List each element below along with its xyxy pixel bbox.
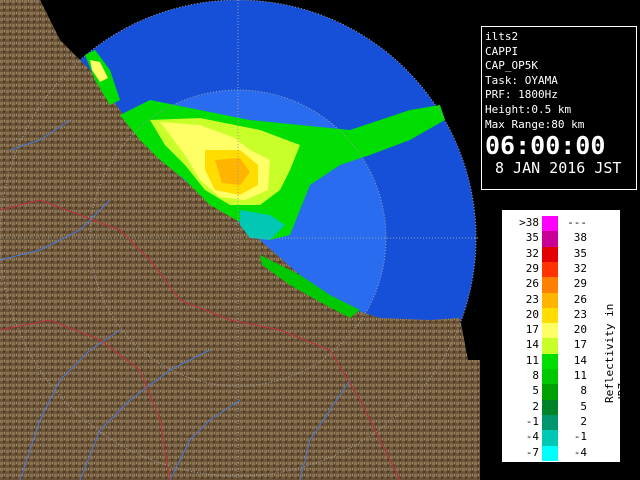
legend-row-high: 26 — [573, 292, 587, 306]
legend-swatch — [542, 399, 558, 416]
legend-row-low: 14 — [525, 338, 539, 352]
legend-row-high: 20 — [573, 323, 587, 337]
legend-swatch — [542, 292, 558, 308]
legend-row-low: 26 — [525, 277, 539, 291]
legend-row: >38 --- — [503, 216, 621, 232]
legend-row-low: 29 — [525, 261, 539, 275]
legend-row: 32 35 — [503, 246, 621, 263]
legend-row-low: 5 — [532, 384, 539, 398]
legend-swatch — [542, 261, 558, 278]
radar-info-panel: ilts2 CAPPI CAP_OP5K Task: OYAMA PRF: 18… — [481, 26, 637, 190]
legend-row-low: 35 — [525, 231, 539, 245]
observation-time: 06:00:00 — [485, 131, 606, 161]
legend-swatch — [542, 384, 558, 400]
legend-row: 35 38 — [503, 231, 621, 247]
legend-row-high: -4 — [573, 445, 587, 459]
legend-row: 29 32 — [503, 261, 621, 278]
legend-swatch — [542, 307, 558, 324]
legend-swatch — [542, 353, 558, 370]
legend-row-low: -7 — [525, 445, 539, 459]
height-value: Height:0.5 km — [485, 102, 572, 116]
legend-row-low: 17 — [525, 323, 539, 337]
legend-row-low: >38 — [519, 216, 539, 229]
legend-row-high: 8 — [580, 384, 587, 398]
legend-row-low: -1 — [525, 414, 539, 428]
radar-map — [0, 0, 480, 480]
legend-swatch — [542, 246, 558, 263]
legend-row-low: 32 — [525, 246, 539, 260]
legend-row-high: 23 — [573, 307, 587, 321]
legend-row-high: 35 — [573, 246, 587, 260]
task-name: Task: OYAMA — [485, 73, 558, 87]
legend-swatch — [542, 414, 558, 431]
legend-row-high: 38 — [573, 231, 587, 245]
product-type: CAPPI — [485, 44, 519, 58]
legend-title: Reflectivity in dBZ — [603, 303, 629, 403]
legend-row-low: 8 — [532, 369, 539, 382]
legend-row-high: 29 — [573, 277, 587, 291]
task-id: CAP_OP5K — [485, 59, 538, 73]
legend-swatch — [542, 277, 558, 293]
legend-row-high: 5 — [580, 399, 587, 413]
max-range-value: Max Range:80 km — [485, 117, 585, 131]
legend-swatch — [542, 231, 558, 247]
legend-row-low: 23 — [525, 292, 539, 306]
legend-row-high: 17 — [573, 338, 587, 352]
legend-row: -7 -4 — [503, 445, 621, 461]
legend-row-high: -1 — [573, 430, 587, 444]
legend-row-low: 20 — [525, 307, 539, 321]
legend-swatch — [542, 323, 558, 339]
legend-row-high: 11 — [573, 369, 587, 382]
legend-swatch — [542, 369, 558, 385]
station-name: ilts2 — [485, 30, 519, 43]
legend-swatch — [542, 338, 558, 354]
legend-row: -4 -1 — [503, 430, 621, 446]
legend-row-low: 2 — [532, 399, 539, 413]
prf-value: PRF: 1800Hz — [485, 88, 558, 102]
radar-map-svg — [0, 0, 480, 480]
legend-row: -1 2 — [503, 414, 621, 431]
observation-date: 8 JAN 2016 JST — [495, 159, 622, 178]
legend-swatch — [542, 445, 558, 461]
legend-row-low: -4 — [525, 430, 539, 444]
legend-row-high: 2 — [580, 414, 587, 428]
legend-row-high: 32 — [573, 261, 587, 275]
legend-swatch — [542, 216, 558, 232]
legend-row-high: --- — [567, 216, 587, 229]
legend-row-high: 14 — [573, 353, 587, 367]
legend-swatch — [542, 430, 558, 446]
legend-row-low: 11 — [525, 353, 539, 367]
